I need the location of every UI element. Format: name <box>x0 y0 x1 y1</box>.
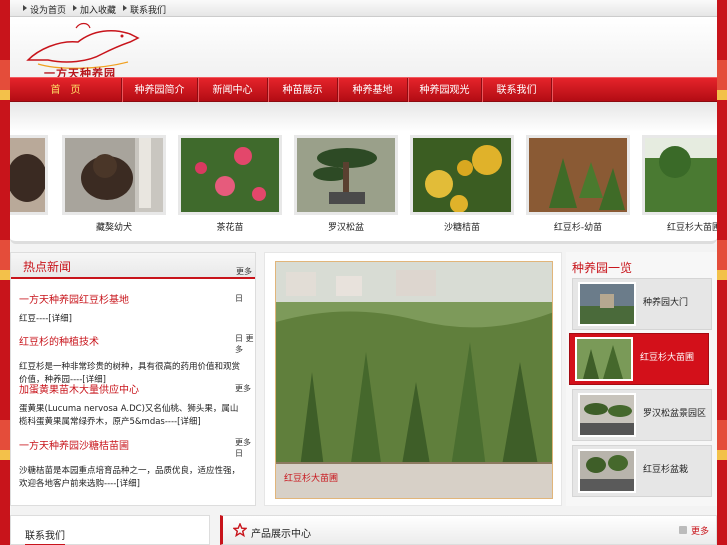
gallery-caption[interactable]: 罗汉松盆 <box>294 220 398 233</box>
park-list-label: 红豆杉大苗圃 <box>640 353 695 363</box>
gate-photo-icon <box>580 284 634 324</box>
gallery-thumb[interactable] <box>294 135 398 215</box>
nursery-photo-icon <box>577 339 631 379</box>
news-item-excerpt[interactable]: 红豆----[详细] <box>19 313 239 326</box>
star-icon <box>233 523 247 537</box>
news-item-link[interactable]: 一方天种养园红豆杉基地 <box>19 291 129 306</box>
more-icon <box>679 526 687 534</box>
park-thumb <box>578 449 636 493</box>
gallery-caption[interactable]: 茶花苗 <box>178 220 282 233</box>
gallery-thumb[interactable] <box>642 135 717 215</box>
nav-contact[interactable]: 联系我们 <box>482 78 552 103</box>
product-center-title: 产品展示中心 <box>251 529 311 540</box>
park-thumb <box>575 337 633 381</box>
nav-tour[interactable]: 种养园观光 <box>408 78 482 103</box>
gallery-thumb[interactable] <box>526 135 630 215</box>
news-item-link[interactable]: 一方天种养园沙糖桔苗圃 <box>19 437 129 452</box>
park-thumb <box>578 393 636 437</box>
product-more-link[interactable]: 更多 <box>691 524 709 537</box>
top-bar: 设为首页 加入收藏 联系我们 <box>10 0 717 17</box>
gallery-thumb[interactable] <box>10 135 48 215</box>
park-list-label: 红豆杉盆栽 <box>643 465 689 475</box>
gallery-caption[interactable]: 藏獒幼犬 <box>62 220 166 233</box>
gallery-caption[interactable]: 沙糖桔苗 <box>410 220 514 233</box>
news-item-meta: 更多 <box>235 384 251 393</box>
news-item-meta: 日 更多 <box>235 334 254 354</box>
contact-panel-title: 联系我们 <box>25 527 65 545</box>
news-more-link[interactable]: 更多 <box>236 266 252 277</box>
orange-photo-icon <box>413 138 511 212</box>
news-item-link[interactable]: 加蛋黄果苗木大量供应中心 <box>19 381 139 396</box>
nav-about[interactable]: 种养园简介 <box>122 78 198 103</box>
gallery-thumb[interactable] <box>62 135 166 215</box>
news-item-meta: 更多 日 <box>235 438 251 458</box>
news-panel: 热点新闻 更多 一方天种养园红豆杉基地 日 红豆----[详细] 红豆杉的种植技… <box>10 252 256 506</box>
park-list-panel: 种养园一览 种养园大门 红豆杉大苗圃 罗汉松盆景园区 红豆杉盆栽 <box>566 252 717 506</box>
bonsai-garden-photo-icon <box>580 395 634 435</box>
right-decorative-strip <box>717 0 727 545</box>
news-header: 热点新闻 更多 <box>11 253 255 279</box>
product-center-panel: 产品展示中心 更多 <box>220 515 717 545</box>
park-list-item[interactable]: 罗汉松盆景园区 <box>572 389 712 441</box>
potted-yew-photo-icon <box>580 451 634 491</box>
feature-image[interactable]: 红豆杉大苗圃 <box>275 261 553 499</box>
news-item-excerpt[interactable]: 蛋黄果(Lucuma nervosa A.DC)又名仙桃、狮头果，属山榄科蛋黄果… <box>19 403 245 429</box>
gallery-thumb[interactable] <box>178 135 282 215</box>
feature-panel: 红豆杉大苗圃 <box>264 252 562 506</box>
nav-home[interactable]: 首 页 <box>10 78 122 103</box>
gallery-caption[interactable]: 红豆杉大苗圃 <box>642 220 717 233</box>
news-item-meta: 日 <box>235 294 243 303</box>
park-list-label: 罗汉松盆景园区 <box>643 409 707 419</box>
park-list-label: 种养园大门 <box>643 298 689 308</box>
feature-caption[interactable]: 红豆杉大苗圃 <box>276 464 552 498</box>
dog-photo-icon <box>10 138 45 212</box>
nav-products[interactable]: 种苗展示 <box>268 78 338 103</box>
news-item-excerpt[interactable]: 沙糖桔苗是本园重点培育品种之一，品质优良，适应性强，欢迎各地客户前来选购----… <box>19 465 245 491</box>
news-item-link[interactable]: 红豆杉的种植技术 <box>19 333 99 348</box>
product-gallery: 藏獒幼犬 茶花苗 罗汉松盆 沙糖桔苗 红豆杉-幼苗 红豆杉大苗圃 <box>10 102 717 244</box>
gallery-thumb[interactable] <box>410 135 514 215</box>
park-list-title: 种养园一览 <box>572 261 633 275</box>
nav-news[interactable]: 新闻中心 <box>198 78 268 103</box>
flower-photo-icon <box>181 138 279 212</box>
left-decorative-strip <box>0 0 10 545</box>
site-logo[interactable]: 一方天种养园 <box>18 20 148 80</box>
site-header: 一方天种养园 <box>10 17 717 80</box>
nav-base[interactable]: 种养基地 <box>338 78 408 103</box>
contact-panel: 联系我们 <box>10 515 210 545</box>
park-list-item[interactable]: 种养园大门 <box>572 278 712 330</box>
main-nav: 首 页 种养园简介 新闻中心 种苗展示 种养基地 种养园观光 联系我们 <box>10 77 717 103</box>
add-favorite-link[interactable]: 加入收藏 <box>72 3 116 16</box>
bonsai-photo-icon <box>297 138 395 212</box>
park-list-item[interactable]: 红豆杉盆栽 <box>572 445 712 497</box>
set-homepage-link[interactable]: 设为首页 <box>22 3 66 16</box>
park-thumb <box>578 282 636 326</box>
dog-photo-icon <box>65 138 163 212</box>
contact-us-link[interactable]: 联系我们 <box>122 3 166 16</box>
seedling-photo-icon <box>529 138 627 212</box>
park-list-item[interactable]: 红豆杉大苗圃 <box>569 333 709 385</box>
news-title: 热点新闻 <box>23 260 72 274</box>
gallery-caption[interactable]: 红豆杉-幼苗 <box>526 220 630 233</box>
grove-photo-icon <box>645 138 717 212</box>
